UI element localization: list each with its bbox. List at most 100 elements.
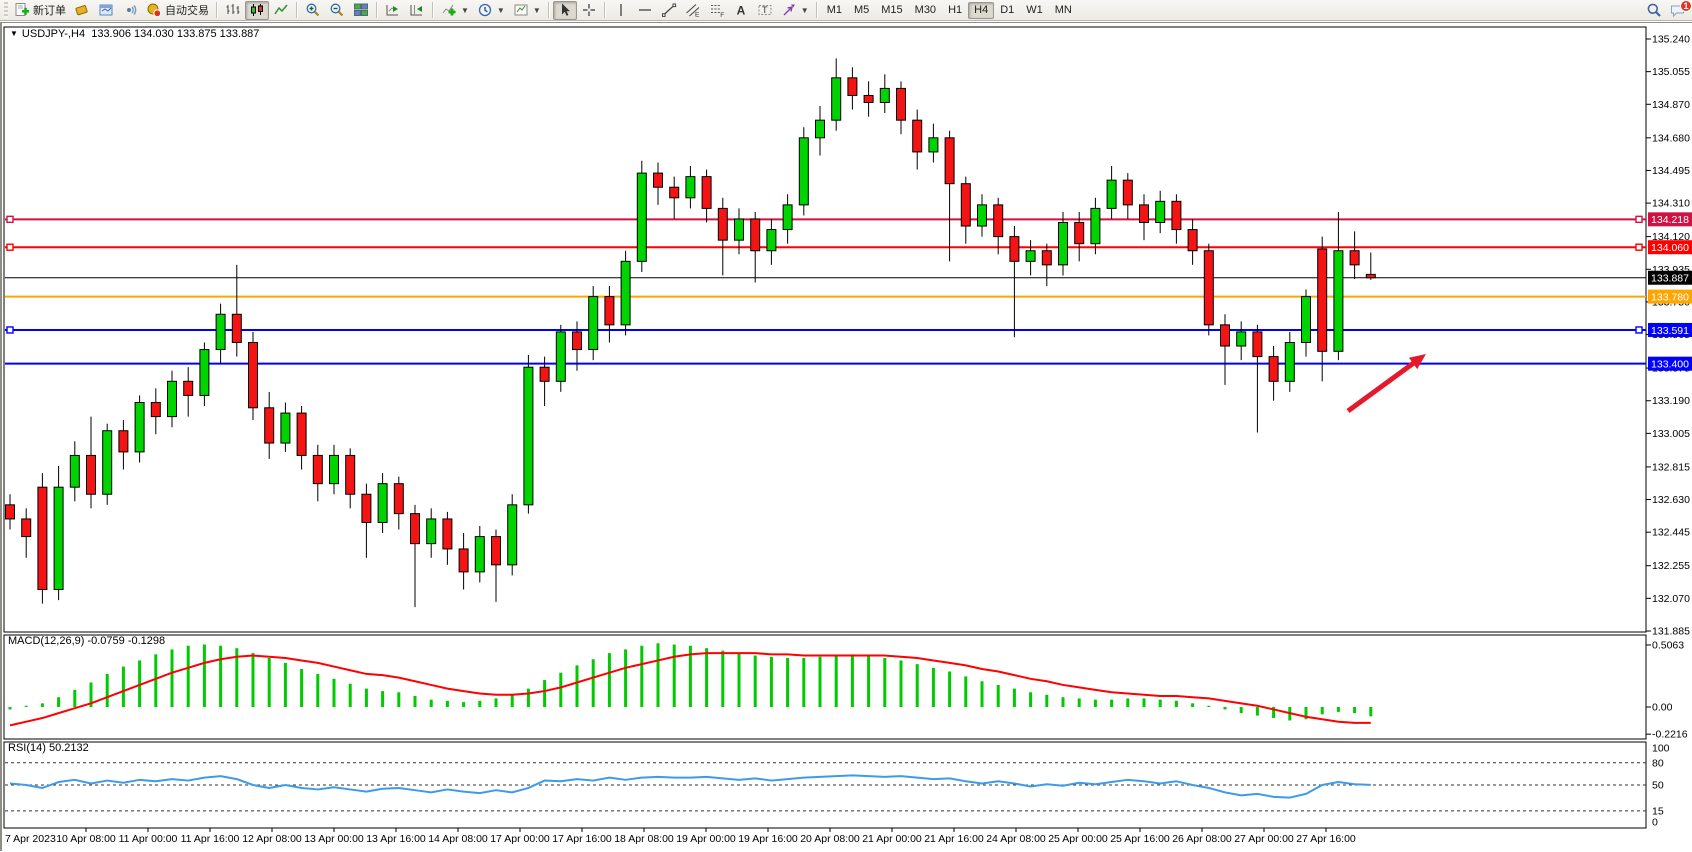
line-handle[interactable] <box>7 216 13 222</box>
svg-text:19 Apr 16:00: 19 Apr 16:00 <box>738 833 798 845</box>
line-handle[interactable] <box>7 244 13 250</box>
line-chart-button[interactable] <box>269 1 293 20</box>
candle <box>718 208 727 240</box>
svg-text:T: T <box>762 5 768 15</box>
svg-text:134.870: 134.870 <box>1652 99 1690 111</box>
candles-chart-button[interactable] <box>245 1 269 20</box>
tf-mn-button[interactable]: MN <box>1049 2 1078 19</box>
equidistant-channel-button[interactable]: E <box>681 1 705 20</box>
svg-text:17 Apr 16:00: 17 Apr 16:00 <box>552 833 612 845</box>
svg-text:134.495: 134.495 <box>1652 165 1690 177</box>
candle <box>135 402 144 451</box>
auto-scroll-icon <box>385 2 401 18</box>
autotrading-button[interactable]: 自动交易 <box>142 1 213 20</box>
candle <box>508 505 517 565</box>
chart-canvas[interactable]: 135.240135.055134.870134.680134.495134.3… <box>2 23 1692 852</box>
auto-scroll-button[interactable] <box>381 1 405 20</box>
line-handle[interactable] <box>1636 216 1642 222</box>
zoom-in-icon <box>305 2 321 18</box>
symbol-dropdown-icon[interactable]: ▼ <box>10 29 18 38</box>
svg-text:10 Apr 08:00: 10 Apr 08:00 <box>56 833 116 845</box>
vertical-line-button[interactable] <box>609 1 633 20</box>
candle <box>249 342 258 407</box>
tf-m15-button[interactable]: M15 <box>875 2 908 19</box>
periods-button[interactable]: ▼ <box>473 1 509 20</box>
tf-m5-button[interactable]: M5 <box>848 2 875 19</box>
fibonacci-button[interactable]: F <box>705 1 729 20</box>
candle <box>1172 201 1181 229</box>
fibonacci-icon: F <box>709 2 725 18</box>
candle <box>994 205 1003 237</box>
line-handle[interactable] <box>1636 327 1642 333</box>
candle <box>929 138 938 152</box>
tf-d1-button[interactable]: D1 <box>994 2 1020 19</box>
templates-button[interactable]: ▼ <box>509 1 545 20</box>
candle <box>1091 208 1100 243</box>
svg-text:134.218: 134.218 <box>1651 214 1689 226</box>
candle <box>751 219 760 251</box>
text-icon: A <box>733 2 749 18</box>
svg-text:12 Apr 08:00: 12 Apr 08:00 <box>242 833 302 845</box>
text-label-button[interactable]: T <box>753 1 777 20</box>
candle <box>378 484 387 523</box>
svg-text:-0.2216: -0.2216 <box>1652 729 1688 741</box>
text-label-icon: T <box>757 2 773 18</box>
candle <box>1302 297 1311 343</box>
svg-text:7 Apr 2023: 7 Apr 2023 <box>5 833 56 845</box>
zoom-in-button[interactable] <box>301 1 325 20</box>
candle <box>54 487 63 589</box>
line-handle[interactable] <box>7 327 13 333</box>
templates-icon <box>513 2 529 18</box>
tf-w1-button[interactable]: W1 <box>1020 2 1049 19</box>
time-axis[interactable]: 7 Apr 202310 Apr 08:0011 Apr 00:0011 Apr… <box>5 828 1356 845</box>
dropdown-arrow-icon[interactable]: ▼ <box>533 6 541 15</box>
candle <box>22 519 31 537</box>
crosshair-button[interactable] <box>577 1 601 20</box>
svg-text:133.005: 133.005 <box>1652 428 1690 440</box>
market-watch-button[interactable] <box>70 1 94 20</box>
chart-window[interactable]: ▼USDJPY-,H4 133.906 134.030 133.875 133.… <box>0 22 1692 851</box>
bars-chart-button[interactable] <box>221 1 245 20</box>
tf-m30-button[interactable]: M30 <box>909 2 942 19</box>
candle <box>637 173 646 261</box>
horizontal-line-button[interactable] <box>633 1 657 20</box>
data-window-button[interactable] <box>94 1 118 20</box>
svg-text:134.680: 134.680 <box>1652 132 1690 144</box>
search-button[interactable] <box>1642 1 1666 20</box>
arrows-button[interactable]: ▼ <box>777 1 813 20</box>
chart-shift-icon <box>409 2 425 18</box>
svg-text:50: 50 <box>1652 780 1664 792</box>
dropdown-arrow-icon[interactable]: ▼ <box>461 6 469 15</box>
candle <box>297 413 306 455</box>
tile-windows-button[interactable] <box>349 1 373 20</box>
navigator-icon <box>122 2 138 18</box>
navigator-button[interactable] <box>118 1 142 20</box>
candle <box>330 455 339 483</box>
trendline-button[interactable] <box>657 1 681 20</box>
indicators-add-button[interactable]: ▼ <box>437 1 473 20</box>
svg-text:134.060: 134.060 <box>1651 242 1689 254</box>
candle <box>1350 251 1359 265</box>
svg-text:135.240: 135.240 <box>1652 34 1690 46</box>
dropdown-arrow-icon[interactable]: ▼ <box>801 6 809 15</box>
line-handle[interactable] <box>1636 244 1642 250</box>
chart-shift-button[interactable] <box>405 1 429 20</box>
candle <box>864 95 873 102</box>
candle <box>459 549 468 572</box>
candle <box>103 431 112 495</box>
tf-m1-button[interactable]: M1 <box>821 2 848 19</box>
text-button[interactable]: A <box>729 1 753 20</box>
tf-h4-button[interactable]: H4 <box>968 2 994 19</box>
cursor-button[interactable] <box>553 1 577 20</box>
tf-w1-button-label: W1 <box>1026 4 1043 16</box>
candle <box>848 78 857 96</box>
candle <box>589 297 598 350</box>
new-order-button[interactable]: 新订单 <box>10 1 70 20</box>
tf-h4-button-label: H4 <box>974 4 988 16</box>
candle <box>978 205 987 226</box>
dropdown-arrow-icon[interactable]: ▼ <box>497 6 505 15</box>
macd-indicator-label: MACD(12,26,9) -0.0759 -0.1298 <box>8 635 165 647</box>
chat-button[interactable]: 1 <box>1666 1 1690 20</box>
tf-h1-button[interactable]: H1 <box>942 2 968 19</box>
zoom-out-button[interactable] <box>325 1 349 20</box>
